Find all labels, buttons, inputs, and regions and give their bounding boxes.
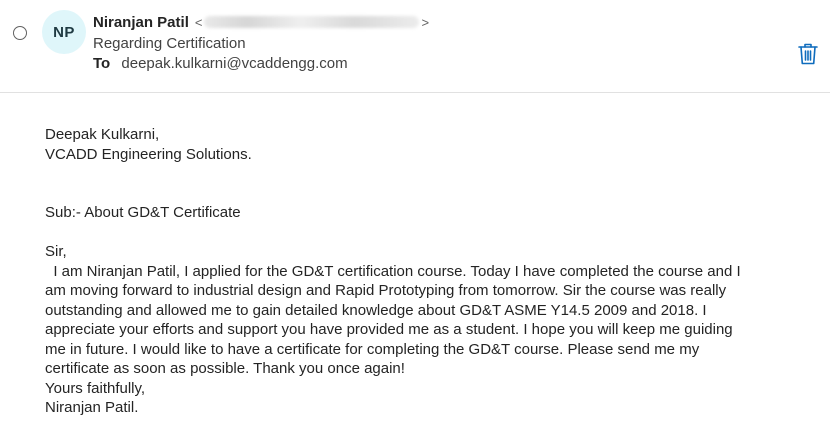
body-paragraph-line: outstanding and allowed me to gain detai… <box>45 301 707 319</box>
sender-email-open-bracket: < <box>194 14 203 30</box>
message-subject: Regarding Certification <box>93 35 246 52</box>
body-paragraph-line: I am Niranjan Patil, I applied for the G… <box>45 262 741 280</box>
sender-line: Niranjan Patil < > <box>93 11 429 33</box>
recipient-line: To deepak.kulkarni@vcaddengg.com <box>93 55 348 72</box>
trash-icon <box>798 43 818 65</box>
recipient-address[interactable]: deepak.kulkarni@vcaddengg.com <box>121 55 347 72</box>
body-recipient-name: Deepak Kulkarni, <box>45 126 160 143</box>
body-paragraph-line: am moving forward to industrial design a… <box>45 282 727 299</box>
body-paragraph-line: appreciate your efforts and support you … <box>45 321 733 338</box>
sender-email-close-bracket: > <box>421 14 430 30</box>
sender-email-redacted <box>204 16 420 28</box>
message-header: NP Niranjan Patil < > Regarding Certific… <box>0 0 830 93</box>
body-paragraph-line: certificate as soon as possible. Thank y… <box>45 360 405 377</box>
sender-avatar[interactable]: NP <box>42 10 86 54</box>
body-recipient-company: VCADD Engineering Solutions. <box>45 145 252 163</box>
sender-name[interactable]: Niranjan Patil <box>93 14 189 31</box>
body-signature: Niranjan Patil. <box>45 399 139 416</box>
body-subject-line: Sub:- About GD&T Certificate <box>45 204 241 221</box>
delete-button[interactable] <box>797 42 819 66</box>
body-closing: Yours faithfully, <box>45 379 146 397</box>
body-salutation: Sir, <box>45 243 67 260</box>
message-body: Deepak Kulkarni, VCADD Engineering Solut… <box>45 125 815 418</box>
to-label: To <box>93 55 111 72</box>
select-message-radio[interactable] <box>13 26 27 40</box>
email-reading-pane: NP Niranjan Patil < > Regarding Certific… <box>0 0 830 428</box>
body-paragraph-line: me in future. I would like to have a cer… <box>45 340 700 358</box>
